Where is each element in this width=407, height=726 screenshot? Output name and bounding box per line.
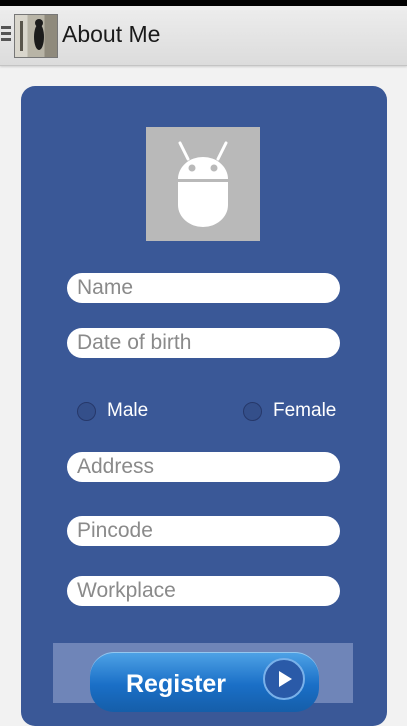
gender-male-option[interactable]: Male xyxy=(77,398,148,424)
app-logo[interactable] xyxy=(14,14,58,58)
gender-female-option[interactable]: Female xyxy=(243,398,336,424)
app-title: About Me xyxy=(62,21,161,47)
action-bar: About Me xyxy=(0,6,407,66)
female-radio-button[interactable] xyxy=(243,401,262,421)
android-robot-icon xyxy=(178,141,228,227)
name-input[interactable] xyxy=(67,273,340,303)
register-button[interactable]: Register xyxy=(90,652,319,712)
hamburger-menu-icon[interactable] xyxy=(1,26,11,42)
play-arrow-icon xyxy=(263,658,305,700)
male-label: Male xyxy=(107,400,149,421)
register-label: Register xyxy=(126,670,227,698)
workplace-input[interactable] xyxy=(67,576,340,606)
avatar[interactable] xyxy=(146,127,260,241)
pincode-input[interactable] xyxy=(67,516,340,546)
address-input[interactable] xyxy=(67,452,340,482)
female-label: Female xyxy=(273,400,337,421)
male-radio-button[interactable] xyxy=(77,401,96,421)
date-of-birth-input[interactable] xyxy=(67,328,340,358)
